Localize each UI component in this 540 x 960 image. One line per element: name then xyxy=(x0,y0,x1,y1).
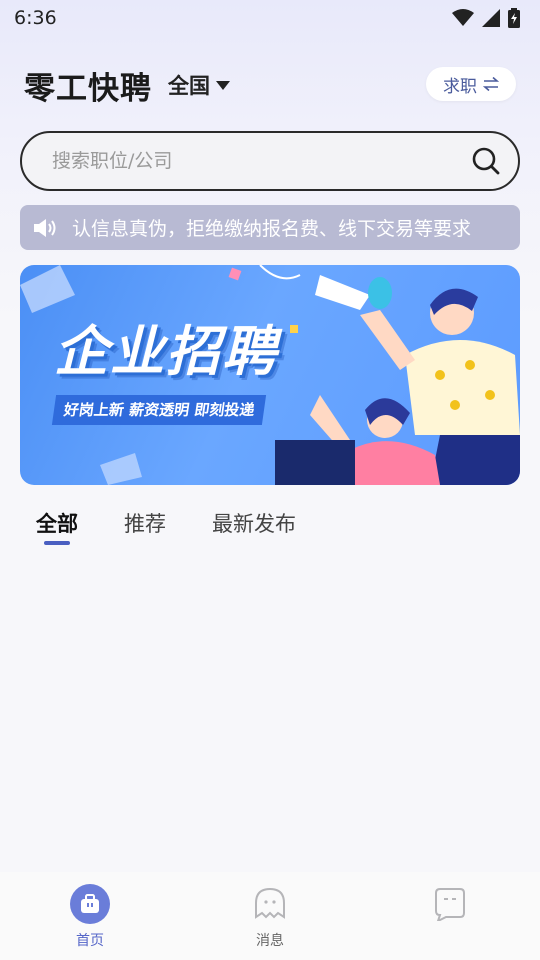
nav-label-messages: 消息 xyxy=(256,933,284,949)
nav-item-home[interactable]: 首页 xyxy=(0,872,180,960)
tab-label: 推荐 xyxy=(124,512,166,536)
app-title: 零工快聘 xyxy=(24,70,152,107)
recruitment-banner[interactable]: 企业招聘 好岗上新 薪资透明 即刻投递 xyxy=(20,265,520,485)
battery-icon xyxy=(508,8,520,28)
nav-item-profile[interactable] xyxy=(360,872,540,960)
wifi-icon xyxy=(452,9,474,26)
briefcase-icon xyxy=(70,884,110,924)
mode-switch-label: 求职 xyxy=(443,76,477,97)
banner-title: 企业招聘 xyxy=(54,320,278,383)
chat-bubble-icon xyxy=(250,884,290,924)
search-button[interactable] xyxy=(468,143,504,179)
search-bar xyxy=(20,131,520,191)
tab-all[interactable]: 全部 xyxy=(36,508,78,548)
tab-latest[interactable]: 最新发布 xyxy=(212,508,296,548)
swap-icon xyxy=(483,77,499,91)
tab-label: 全部 xyxy=(36,512,78,536)
speaker-icon xyxy=(34,218,56,237)
nav-label-home: 首页 xyxy=(76,933,104,949)
tab-bar: 全部 推荐 最新发布 xyxy=(36,508,296,548)
notice-bar[interactable]: 认信息真伪，拒绝缴纳报名费、线下交易等要求 xyxy=(20,205,520,250)
bottom-nav: 首页 消息 xyxy=(0,872,540,960)
banner-subtitle: 好岗上新 薪资透明 即刻投递 xyxy=(51,395,267,425)
tab-active-indicator xyxy=(44,541,70,545)
header: 零工快聘 全国 求职 xyxy=(24,62,518,108)
region-label: 全国 xyxy=(168,74,210,98)
status-time: 6:36 xyxy=(14,7,57,29)
status-icons xyxy=(452,8,520,28)
cell-signal-icon xyxy=(482,9,500,27)
status-bar: 6:36 xyxy=(0,0,540,36)
notice-text: 认信息真伪，拒绝缴纳报名费、线下交易等要求 xyxy=(72,218,472,240)
profile-bubble-icon xyxy=(430,884,470,924)
region-selector[interactable]: 全国 xyxy=(168,70,230,100)
search-icon xyxy=(472,147,500,175)
tab-recommended[interactable]: 推荐 xyxy=(124,508,166,548)
caret-down-icon xyxy=(216,80,230,90)
search-input[interactable] xyxy=(52,150,468,172)
tab-label: 最新发布 xyxy=(212,512,296,536)
nav-item-messages[interactable]: 消息 xyxy=(180,872,360,960)
mode-switch-button[interactable]: 求职 xyxy=(426,67,516,101)
